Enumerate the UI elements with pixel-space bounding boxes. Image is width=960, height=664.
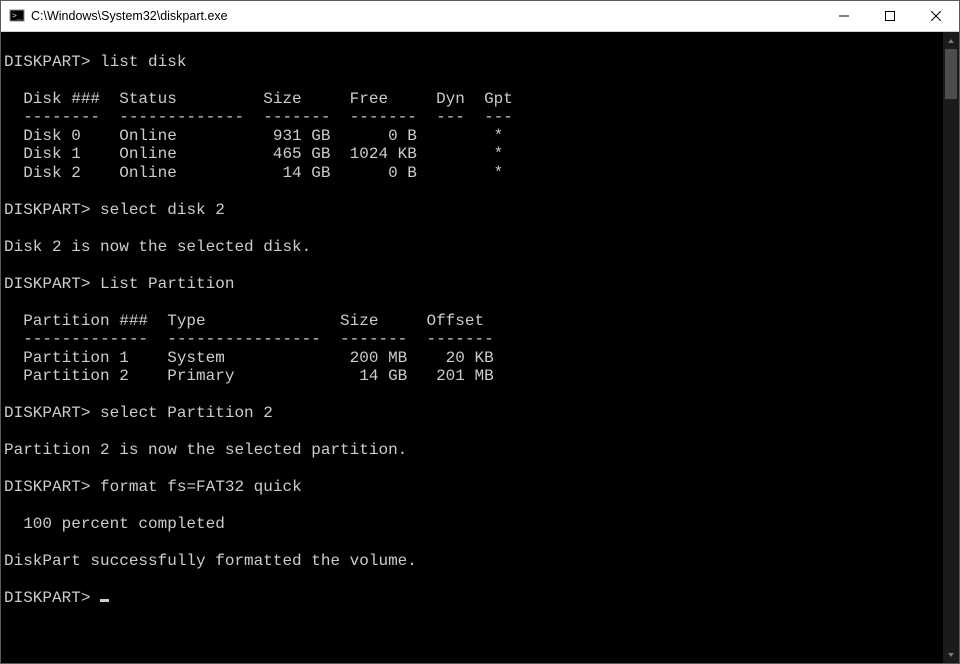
table-row: Partition 2 Primary 14 GB 201 MB (4, 367, 494, 385)
response: Partition 2 is now the selected partitio… (4, 441, 407, 459)
prompt: DISKPART> (4, 275, 90, 293)
app-icon: >_ (9, 8, 25, 24)
prompt: DISKPART> (4, 201, 90, 219)
response: DiskPart successfully formatted the volu… (4, 552, 417, 570)
response: Disk 2 is now the selected disk. (4, 238, 311, 256)
disk-table-divider: -------- ------------- ------- ------- -… (4, 108, 513, 126)
console-window: >_ C:\Windows\System32\diskpart.exe DISK… (0, 0, 960, 664)
prompt: DISKPART> (4, 404, 90, 422)
table-row: Partition 1 System 200 MB 20 KB (4, 349, 494, 367)
terminal-output[interactable]: DISKPART> list disk Disk ### Status Size… (1, 32, 942, 663)
minimize-button[interactable] (821, 1, 867, 31)
table-row: Disk 1 Online 465 GB 1024 KB * (4, 145, 503, 163)
command: List Partition (100, 275, 234, 293)
window-controls (821, 1, 959, 31)
progress: 100 percent completed (4, 515, 225, 533)
svg-text:>_: >_ (12, 11, 22, 20)
close-button[interactable] (913, 1, 959, 31)
command: format fs=FAT32 quick (100, 478, 302, 496)
scroll-down-arrow-icon[interactable] (943, 646, 959, 663)
command: list disk (100, 53, 186, 71)
command: select Partition 2 (100, 404, 273, 422)
table-row: Disk 2 Online 14 GB 0 B * (4, 164, 503, 182)
disk-table-header: Disk ### Status Size Free Dyn Gpt (4, 90, 513, 108)
table-row: Disk 0 Online 931 GB 0 B * (4, 127, 503, 145)
prompt: DISKPART> (4, 478, 90, 496)
prompt: DISKPART> (4, 53, 90, 71)
scroll-up-arrow-icon[interactable] (943, 32, 959, 49)
client-area: DISKPART> list disk Disk ### Status Size… (1, 32, 959, 663)
scroll-thumb[interactable] (945, 49, 957, 99)
titlebar-left: >_ C:\Windows\System32\diskpart.exe (1, 8, 228, 24)
titlebar[interactable]: >_ C:\Windows\System32\diskpart.exe (1, 1, 959, 32)
maximize-button[interactable] (867, 1, 913, 31)
prompt: DISKPART> (4, 589, 90, 607)
cursor (100, 599, 109, 602)
partition-table-header: Partition ### Type Size Offset (4, 312, 484, 330)
vertical-scrollbar[interactable] (942, 32, 959, 663)
window-title: C:\Windows\System32\diskpart.exe (31, 9, 228, 23)
blank-line (4, 34, 14, 52)
partition-table-divider: ------------- ---------------- ------- -… (4, 330, 494, 348)
command: select disk 2 (100, 201, 225, 219)
